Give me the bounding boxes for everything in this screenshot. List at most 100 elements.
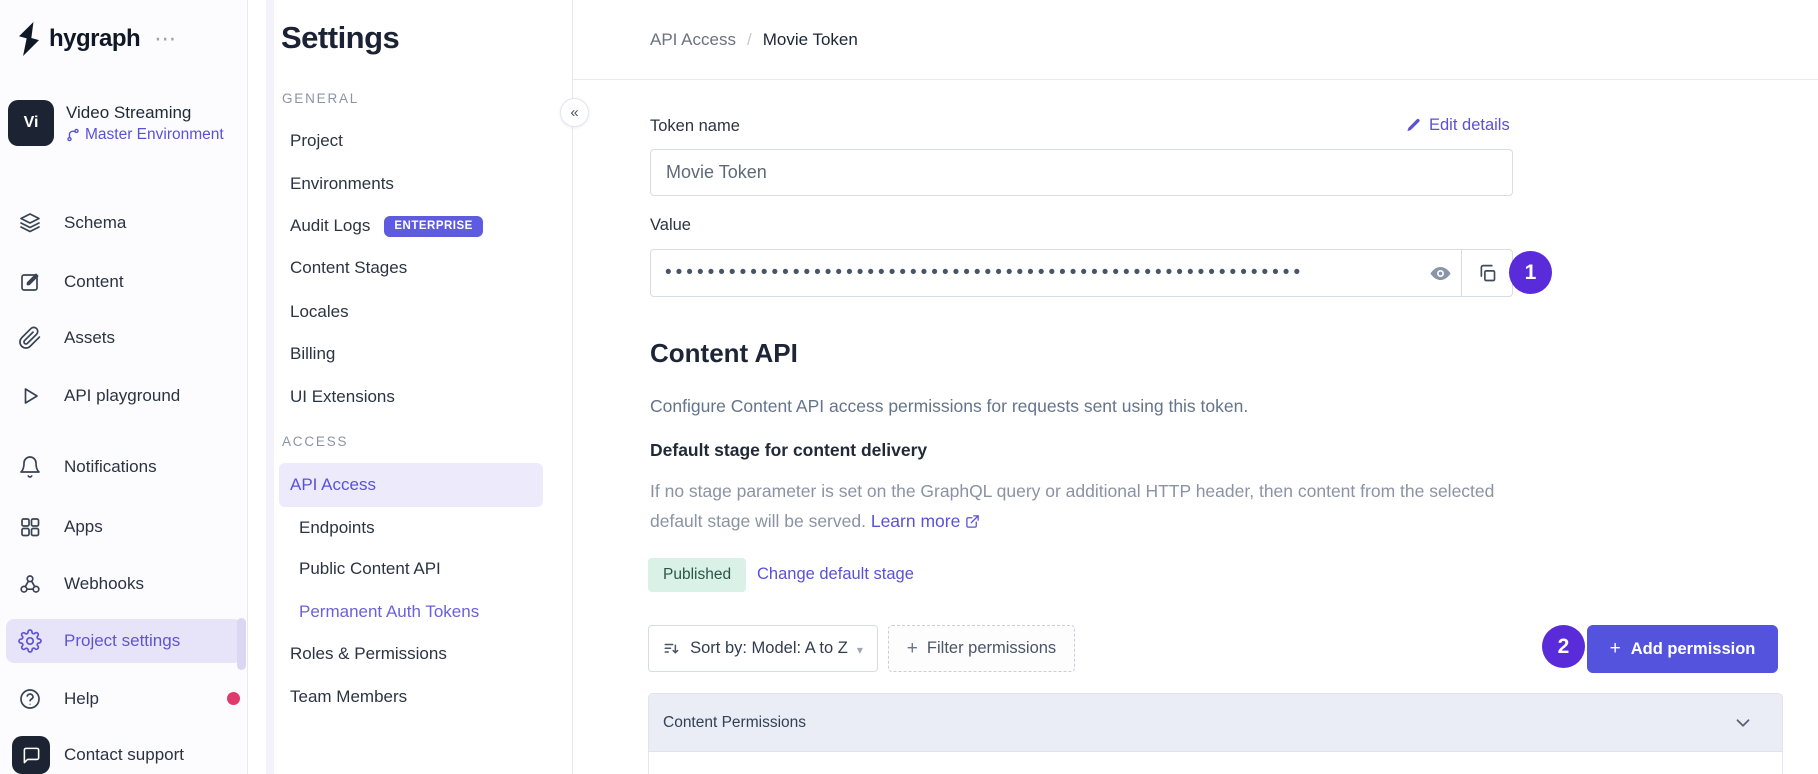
- sidebar-item-notifications[interactable]: Notifications: [0, 445, 248, 489]
- settings-item-billing[interactable]: Billing: [290, 336, 335, 372]
- settings-item-environments[interactable]: Environments: [290, 166, 394, 202]
- sidebar-item-webhooks[interactable]: Webhooks: [0, 562, 248, 606]
- sidebar-item-label: Help: [64, 689, 99, 708]
- permissions-table-row: [648, 752, 1783, 774]
- collapse-panel-button[interactable]: «: [560, 98, 589, 127]
- sidebar-item-label: Notifications: [64, 457, 157, 476]
- settings-item-label: Audit Logs: [290, 216, 371, 235]
- masked-token-value: ••••••••••••••••••••••••••••••••••••••••…: [665, 262, 1305, 283]
- add-permission-button[interactable]: + Add permission: [1587, 625, 1778, 673]
- eye-icon: [1429, 266, 1451, 280]
- plus-icon: +: [1609, 638, 1621, 659]
- published-stage-badge: Published: [648, 558, 747, 592]
- workspace-menu-ellipsis-icon[interactable]: ⋯: [154, 28, 178, 50]
- edit-details-label: Edit details: [1429, 116, 1510, 134]
- sidebar-item-help[interactable]: Help: [0, 677, 248, 721]
- content-edit-icon: [18, 270, 48, 294]
- settings-nav-panel: Settings GENERAL Project Environments Au…: [248, 0, 573, 774]
- schema-layers-icon: [18, 211, 48, 235]
- sidebar-item-label: Schema: [64, 213, 127, 232]
- change-default-stage-link[interactable]: Change default stage: [757, 565, 914, 584]
- settings-item-roles-permissions[interactable]: Roles & Permissions: [290, 636, 447, 672]
- branch-icon: [67, 128, 79, 141]
- settings-item-audit-logs[interactable]: Audit Logs ENTERPRISE: [290, 208, 483, 244]
- sidebar-scrollbar-thumb[interactable]: [237, 618, 246, 670]
- settings-item-team-members[interactable]: Team Members: [290, 679, 407, 715]
- project-switcher[interactable]: Vi Video Streaming Master Environment: [8, 100, 224, 146]
- content-permissions-header-row[interactable]: Content Permissions: [648, 693, 1783, 752]
- learn-more-label: Learn more: [870, 511, 961, 531]
- hygraph-app: hygraph ⋯ Vi Video Streaming Master Envi…: [0, 0, 1818, 774]
- breadcrumb-separator: /: [746, 29, 752, 49]
- filter-permissions-button[interactable]: + Filter permissions: [888, 625, 1075, 672]
- sidebar-item-schema[interactable]: Schema: [0, 201, 248, 245]
- brand-row: hygraph ⋯: [16, 22, 178, 56]
- chevron-down-icon: ▾: [856, 642, 863, 657]
- settings-item-project[interactable]: Project: [290, 123, 343, 159]
- settings-item-locales[interactable]: Locales: [290, 294, 349, 330]
- settings-item-label: API Access: [290, 475, 376, 494]
- breadcrumb: API Access / Movie Token: [573, 0, 1818, 80]
- gear-icon: [18, 629, 48, 653]
- edit-details-button[interactable]: Edit details: [1405, 116, 1513, 135]
- sidebar-item-label: Webhooks: [64, 574, 145, 593]
- help-question-icon: [18, 687, 48, 711]
- main-content: API Access / Movie Token Token name Edit…: [573, 0, 1818, 774]
- sort-by-label: Sort by: Model: A to Z: [690, 639, 848, 657]
- copy-icon: [1480, 264, 1495, 281]
- play-icon: [18, 384, 48, 408]
- sidebar-item-project-settings[interactable]: Project settings: [6, 619, 242, 663]
- brand-name: hygraph: [49, 25, 141, 52]
- environment-link[interactable]: Master Environment: [66, 126, 224, 144]
- settings-item-api-access[interactable]: API Access: [279, 463, 543, 507]
- default-stage-text-line1: If no stage parameter is set on the Grap…: [650, 481, 1495, 501]
- settings-item-permanent-auth-tokens[interactable]: Permanent Auth Tokens: [299, 594, 479, 630]
- content-permissions-label: Content Permissions: [663, 713, 807, 731]
- environment-label: Master Environment: [85, 125, 224, 143]
- sidebar-item-label: Project settings: [64, 631, 181, 650]
- filter-permissions-label: Filter permissions: [926, 639, 1057, 657]
- webhooks-icon: [18, 572, 48, 596]
- sidebar-item-label: Assets: [64, 328, 116, 347]
- plus-icon: +: [906, 637, 918, 659]
- content-api-heading: Content API: [650, 338, 798, 368]
- copy-value-button[interactable]: [1461, 250, 1512, 296]
- sidebar-item-content[interactable]: Content: [0, 260, 248, 304]
- sidebar-item-label: Apps: [64, 517, 103, 536]
- section-label-general: GENERAL: [282, 91, 360, 106]
- annotation-step-2: 2: [1542, 625, 1585, 668]
- project-name: Video Streaming: [66, 102, 192, 122]
- settings-item-ui-extensions[interactable]: UI Extensions: [290, 379, 395, 415]
- sort-icon: [664, 643, 679, 653]
- reveal-value-button[interactable]: [1419, 250, 1461, 296]
- settings-item-endpoints[interactable]: Endpoints: [299, 510, 375, 546]
- token-value-label: Value: [650, 216, 691, 234]
- hygraph-logo-icon: [19, 22, 39, 56]
- default-stage-text-line2: default stage will be served. Learn more: [650, 511, 980, 532]
- sidebar-item-api-playground[interactable]: API playground: [0, 374, 248, 418]
- sidebar-item-label: Content: [64, 272, 124, 291]
- enterprise-badge: ENTERPRISE: [384, 215, 483, 237]
- sidebar-item-assets[interactable]: Assets: [0, 316, 248, 360]
- section-label-access: ACCESS: [282, 434, 349, 449]
- token-name-input[interactable]: [650, 149, 1513, 196]
- sidebar-item-label: API playground: [64, 386, 181, 405]
- breadcrumb-current: Movie Token: [762, 29, 858, 49]
- sidebar-item-label: Contact support: [64, 745, 185, 764]
- sidebar-item-contact-support[interactable]: Contact support: [0, 733, 248, 774]
- learn-more-link[interactable]: Learn more: [871, 511, 981, 532]
- add-permission-label: Add permission: [1630, 639, 1756, 658]
- assets-paperclip-icon: [18, 326, 48, 350]
- settings-item-content-stages[interactable]: Content Stages: [290, 250, 407, 286]
- token-name-label: Token name: [650, 117, 740, 135]
- main-sidebar: hygraph ⋯ Vi Video Streaming Master Envi…: [0, 0, 248, 774]
- sidebar-item-apps[interactable]: Apps: [0, 505, 248, 549]
- pencil-icon: [1407, 118, 1420, 132]
- token-value-field: ••••••••••••••••••••••••••••••••••••••••…: [650, 249, 1513, 297]
- breadcrumb-parent-link[interactable]: API Access: [650, 30, 736, 50]
- settings-scrollbar-track[interactable]: [266, 0, 274, 774]
- settings-item-public-content-api[interactable]: Public Content API: [299, 551, 441, 587]
- sort-by-dropdown[interactable]: Sort by: Model: A to Z ▾: [648, 625, 878, 672]
- project-avatar: Vi: [8, 100, 54, 146]
- chevron-down-icon: [1736, 718, 1750, 727]
